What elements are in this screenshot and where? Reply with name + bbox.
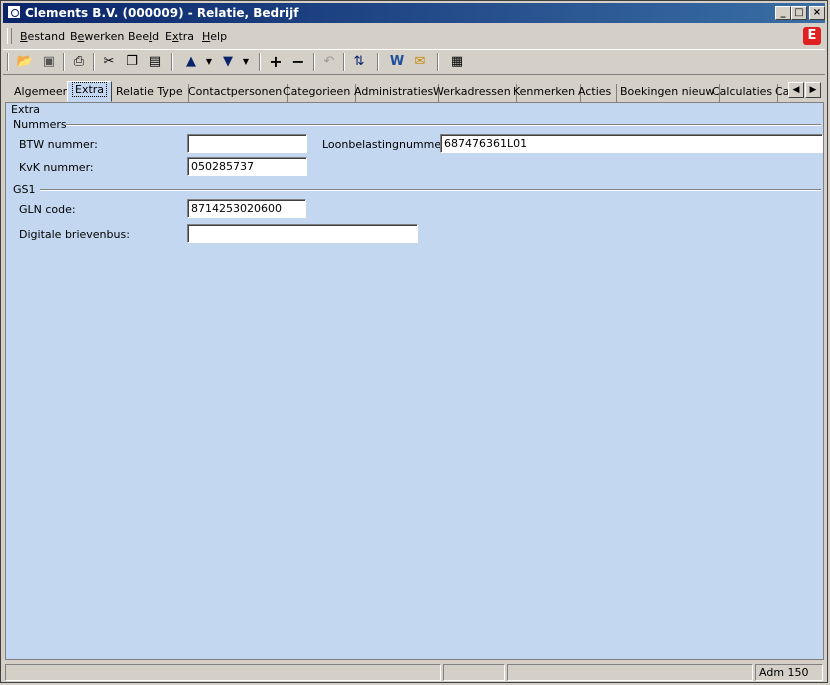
group-nummers-divider	[66, 124, 821, 126]
gln-label: GLN code:	[19, 203, 76, 216]
arrow-down-icon[interactable]: ▼	[218, 53, 238, 71]
tab-extra[interactable]: Extra	[67, 81, 113, 102]
menu-extra[interactable]: Extra	[165, 30, 194, 43]
status-adm: Adm 150	[755, 664, 823, 681]
group-nummers-label: Nummers	[13, 118, 67, 131]
tab-extra-label: Extra	[71, 82, 108, 97]
save-icon[interactable]: ▣	[39, 53, 59, 71]
tab-kenmerken[interactable]: Kenmerken	[508, 84, 582, 102]
btw-input[interactable]	[187, 134, 307, 153]
kvk-input[interactable]	[187, 157, 307, 176]
menu-grip	[7, 28, 12, 44]
tab-contactpersonen[interactable]: Contactpersonen	[183, 84, 289, 102]
window-title: Clements B.V. (000009) - Relatie, Bedrij…	[25, 6, 299, 20]
btw-label: BTW nummer:	[19, 138, 98, 151]
menu-bestand[interactable]: Bestand	[20, 30, 65, 43]
add-icon[interactable]: +	[266, 53, 286, 71]
loonbelasting-input[interactable]	[440, 134, 823, 153]
menu-beeld[interactable]: Beeld	[128, 30, 159, 43]
cut-icon[interactable]: ✂	[99, 53, 119, 71]
tab-boekingen-nieuw[interactable]: Boekingen nieuw	[615, 84, 721, 102]
status-bar: Adm 150	[3, 663, 825, 682]
close-button[interactable]: ×	[809, 6, 825, 20]
tab-relatie-type[interactable]: Relatie Type	[111, 84, 189, 102]
group-gs1-divider	[40, 189, 821, 191]
gln-input[interactable]	[187, 199, 306, 218]
word-icon[interactable]: W	[387, 53, 407, 71]
menu-bewerken[interactable]: Bewerken	[70, 30, 124, 43]
panel-header: Extra	[11, 103, 41, 116]
toolbar-separator	[313, 53, 315, 71]
brievenbus-input[interactable]	[187, 224, 418, 243]
application-window: Clements B.V. (000009) - Relatie, Bedrij…	[0, 0, 828, 683]
mail-icon[interactable]: ✉	[410, 53, 430, 71]
tab-strip: Algemeen Extra Relatie Type Contactperso…	[3, 79, 825, 103]
tab-acties[interactable]: Acties	[573, 84, 618, 102]
status-cell-2	[443, 664, 505, 681]
refresh-icon[interactable]: ⇅	[349, 53, 369, 71]
minimize-button[interactable]: _	[775, 6, 791, 20]
brievenbus-label: Digitale brievenbus:	[19, 228, 130, 241]
toolbar-separator	[343, 53, 345, 71]
copy-icon[interactable]: ❐	[122, 53, 142, 71]
dropdown-icon[interactable]: ▼	[236, 53, 256, 71]
print-icon[interactable]: ⎙	[69, 53, 89, 71]
tab-panel-extra: Extra Nummers BTW nummer: Loonbelastingn…	[5, 102, 824, 660]
toolbar-separator	[437, 53, 439, 71]
app-icon[interactable]	[7, 5, 21, 19]
tab-scroll-left-icon[interactable]: ◀	[788, 82, 804, 98]
title-bar[interactable]: Clements B.V. (000009) - Relatie, Bedrij…	[3, 3, 825, 23]
tab-scroll-right-icon[interactable]: ▶	[805, 82, 821, 98]
toolbar: 📂 ▣ ⎙ ✂ ❐ ▤ ▲ ▼ ▼ ▼ + − ↶ ⇅ W ✉ ▦	[3, 49, 825, 75]
menu-help[interactable]: Help	[202, 30, 227, 43]
toolbar-separator	[63, 53, 65, 71]
remove-icon[interactable]: −	[288, 53, 308, 71]
toolbar-separator	[93, 53, 95, 71]
tab-administraties[interactable]: Administraties	[349, 84, 440, 102]
tab-werkadressen[interactable]: Werkadressen	[428, 84, 517, 102]
tab-categorieen[interactable]: Categorieen	[278, 84, 357, 102]
undo-icon[interactable]: ↶	[319, 53, 339, 71]
arrow-up-icon[interactable]: ▲	[181, 53, 201, 71]
toolbar-grip	[7, 53, 9, 71]
open-folder-icon[interactable]: 📂	[15, 53, 35, 71]
toolbar-separator	[171, 53, 173, 71]
status-cell-1	[5, 664, 441, 681]
kvk-label: KvK nummer:	[19, 161, 94, 174]
toolbar-separator	[259, 53, 261, 71]
tab-calculaties[interactable]: Calculaties	[707, 84, 779, 102]
menu-bar: Bestand Bewerken Beeld Extra Help E	[3, 25, 825, 47]
paste-icon[interactable]: ▤	[145, 53, 165, 71]
dropdown-icon[interactable]: ▼	[199, 53, 219, 71]
loonbelasting-label: Loonbelastingnummer:	[322, 138, 450, 151]
tab-algemeen[interactable]: Algemeen	[9, 84, 76, 102]
status-cell-3	[507, 664, 753, 681]
logo-icon: E	[803, 27, 821, 45]
layout-icon[interactable]: ▦	[447, 53, 467, 71]
group-gs1-label: GS1	[13, 183, 36, 196]
toolbar-separator	[377, 53, 379, 71]
maximize-button[interactable]: □	[791, 6, 807, 20]
